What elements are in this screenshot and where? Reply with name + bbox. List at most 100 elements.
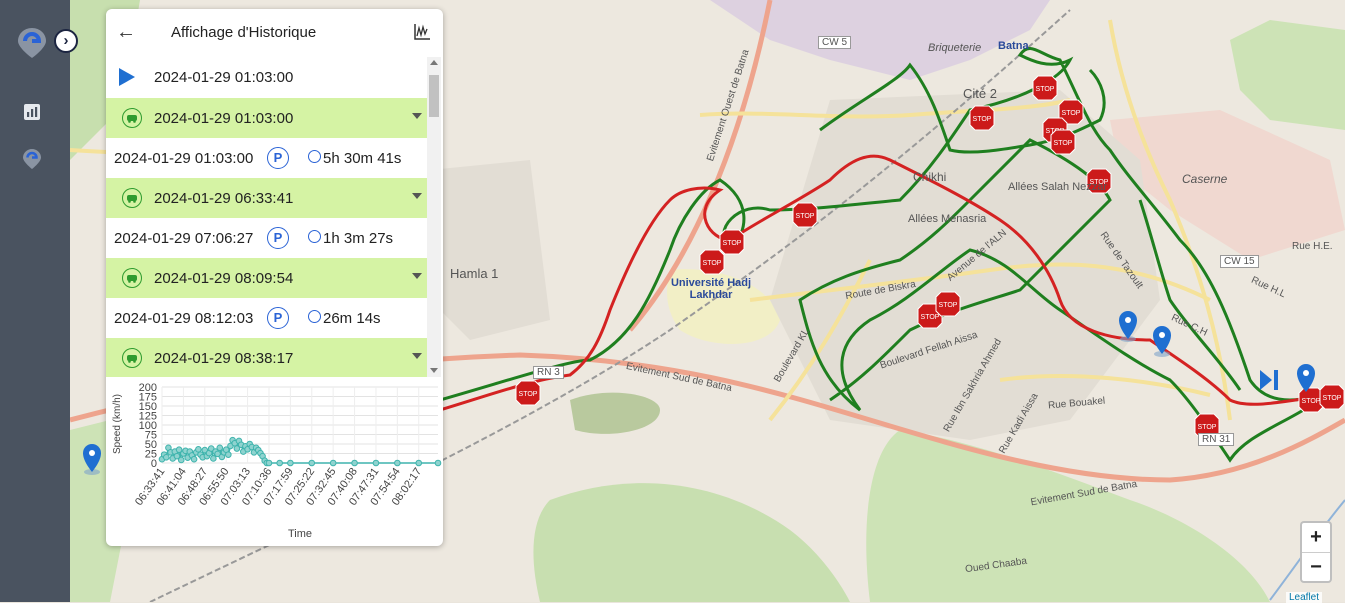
data-point [394,459,401,467]
list-item[interactable]: 2024-01-29 01:03:00 P 5h 30m 41s [106,138,427,178]
car-icon [122,348,142,368]
row-duration: 5h 30m 41s [323,150,402,167]
svg-text:STOP: STOP [796,213,815,220]
location-pin-icon[interactable] [22,148,42,169]
data-point [265,459,273,467]
timer-icon [308,150,321,163]
svg-text:STOP: STOP [1062,110,1081,117]
scroll-thumb[interactable] [429,75,439,117]
list-item[interactable]: 2024-01-29 08:09:54 [106,258,427,298]
row-datetime: 2024-01-29 01:03:00 [114,150,254,167]
row-datetime: 2024-01-29 08:09:54 [154,270,294,287]
data-point [225,451,232,458]
map-label: Cité 2 [963,86,997,101]
scroll-up-icon[interactable] [430,60,438,65]
svg-text:STOP: STOP [1323,395,1342,402]
chevron-down-icon[interactable] [412,353,422,359]
row-datetime: 2024-01-29 08:38:17 [154,350,294,367]
svg-text:STOP: STOP [1036,86,1055,93]
location-logo[interactable] [16,26,48,60]
y-tick-label: 200 [139,382,157,394]
history-list[interactable]: 2024-01-29 01:03:00 2024-01-29 01:03:00 … [106,57,427,377]
data-point [276,459,283,467]
svg-text:STOP: STOP [973,116,992,123]
row-duration: 26m 14s [323,310,381,327]
scroll-down-icon[interactable] [430,368,438,373]
y-axis-label: Speed (km/h) [112,394,123,454]
svg-text:STOP: STOP [1302,398,1321,405]
parking-icon: P [267,227,289,249]
map-pin-icon [1119,311,1137,342]
data-point [190,455,198,463]
x-axis-label: Time [288,528,312,540]
data-point [216,444,224,452]
data-point [415,459,423,467]
attribution-link[interactable]: Leaflet [1286,592,1323,603]
sidebar-toggle-button[interactable]: › [54,29,78,53]
zoom-in-button[interactable]: + [1302,523,1330,553]
list-item[interactable]: 2024-01-29 08:12:03 P 26m 14s [106,298,427,338]
row-datetime: 2024-01-29 07:06:27 [114,230,254,247]
chart-toggle-button[interactable] [413,23,431,41]
stop-label: STOP [519,391,538,398]
row-datetime: 2024-01-29 06:33:41 [154,190,294,207]
page-title: Affichage d'Historique [171,24,317,41]
chart-icon [414,24,430,40]
data-point [195,446,202,453]
list-item-start[interactable]: 2024-01-29 01:03:00 [106,57,427,97]
data-point [308,459,316,467]
map-label: CW 5 [818,36,851,49]
svg-text:STOP: STOP [921,314,940,321]
zoom-control: + − [1300,521,1332,583]
svg-text:STOP: STOP [1054,140,1073,147]
parking-icon: P [267,307,289,329]
row-datetime: 2024-01-29 01:03:00 [154,69,294,86]
data-point [210,455,217,462]
timer-icon [308,310,321,323]
timer-icon [308,230,321,243]
speed-chart[interactable]: 0255075100125150175200 06:33:4106:41:040… [106,379,443,546]
map-label: Chikhi [913,170,947,184]
list-scrollbar[interactable] [427,57,441,377]
data-point [287,459,294,467]
chevron-down-icon[interactable] [412,273,422,279]
map-label: Caserne [1182,172,1228,186]
data-point [162,454,170,461]
parking-icon: P [267,147,289,169]
list-item[interactable]: 2024-01-29 08:38:17 [106,338,427,377]
row-duration: 1h 3m 27s [323,230,394,247]
map-label: Hamla 1 [450,266,499,281]
map-label: Allées Menasria [908,213,987,225]
panel-header: ← Affichage d'Historique [106,9,443,57]
data-point [351,459,358,467]
map-label: RN 31 [1198,433,1235,446]
map-label: CW 15 [1220,255,1259,268]
play-icon[interactable] [119,68,135,86]
svg-text:STOP: STOP [703,260,722,267]
map-pin-icon [83,444,101,475]
list-item[interactable]: 2024-01-29 07:06:27 P 1h 3m 27s [106,218,427,258]
back-button[interactable]: ← [116,22,136,42]
map-label: Batna [998,40,1029,52]
map-label: Rue H.E. [1292,241,1333,252]
map-label: Allées Salah Nezzar [1008,181,1108,193]
car-icon [122,108,142,128]
row-datetime: 2024-01-29 01:03:00 [154,110,294,127]
map-label: Briqueterie [928,42,982,54]
data-point [177,456,185,464]
sidebar [0,0,70,602]
svg-text:STOP: STOP [723,240,742,247]
chevron-down-icon[interactable] [412,193,422,199]
report-chart-icon[interactable] [22,102,42,122]
chevron-down-icon[interactable] [412,113,422,119]
zoom-out-button[interactable]: − [1302,553,1330,582]
list-item[interactable]: 2024-01-29 01:03:00 [106,98,427,138]
svg-text:STOP: STOP [939,302,958,309]
list-item[interactable]: 2024-01-29 06:33:41 [106,178,427,218]
history-panel: ← Affichage d'Historique 2024-01-29 01:0… [106,9,443,546]
car-icon [122,188,142,208]
svg-text:STOP: STOP [1198,424,1217,431]
map-pin-icon [1153,326,1171,357]
data-point [329,459,337,467]
map-label: RN 3 [533,366,564,379]
